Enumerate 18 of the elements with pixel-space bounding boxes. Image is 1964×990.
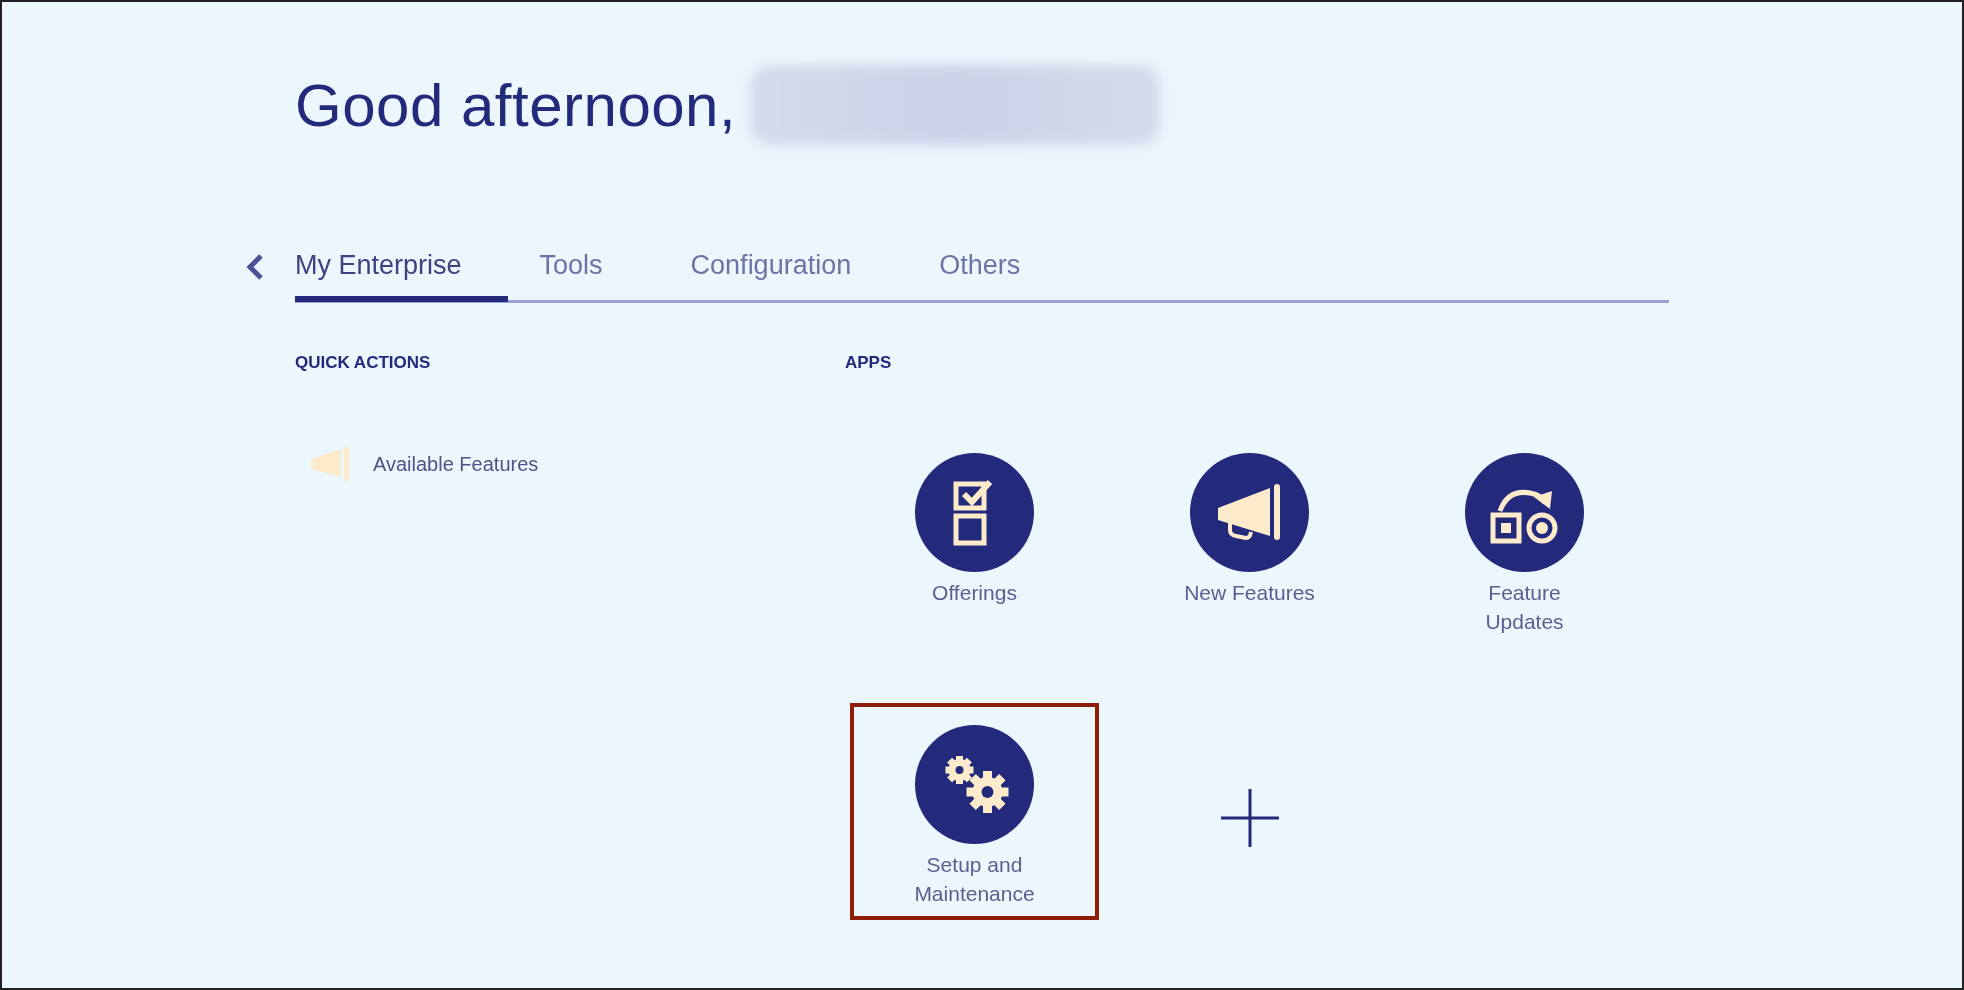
highlighted-app-tile[interactable]: Setup and Maintenance — [850, 703, 1099, 920]
section-heading: APPS — [844, 353, 893, 373]
tab[interactable]: Configuration — [690, 231, 852, 302]
megaphone-icon — [309, 447, 351, 481]
add-app-button[interactable] — [1218, 787, 1281, 849]
app-label: New Features — [1184, 580, 1315, 606]
tab[interactable]: Tools — [539, 231, 603, 302]
app-tile[interactable]: Offerings — [850, 453, 1099, 607]
tab[interactable]: Others — [939, 231, 1021, 302]
app-tile[interactable]: Feature Updates — [1400, 453, 1649, 636]
quick-action-link[interactable]: Available Features — [373, 452, 539, 476]
greeting-heading: Good afternoon, — [295, 70, 737, 140]
section-heading: QUICK ACTIONS — [295, 353, 432, 373]
tab[interactable]: My Enterprise — [295, 231, 508, 302]
app-label: Feature Updates — [1484, 580, 1565, 635]
app-label: Setup and Maintenance — [913, 852, 1036, 907]
app-tile[interactable]: New Features — [1125, 453, 1374, 607]
app-label: Offerings — [932, 580, 1017, 606]
